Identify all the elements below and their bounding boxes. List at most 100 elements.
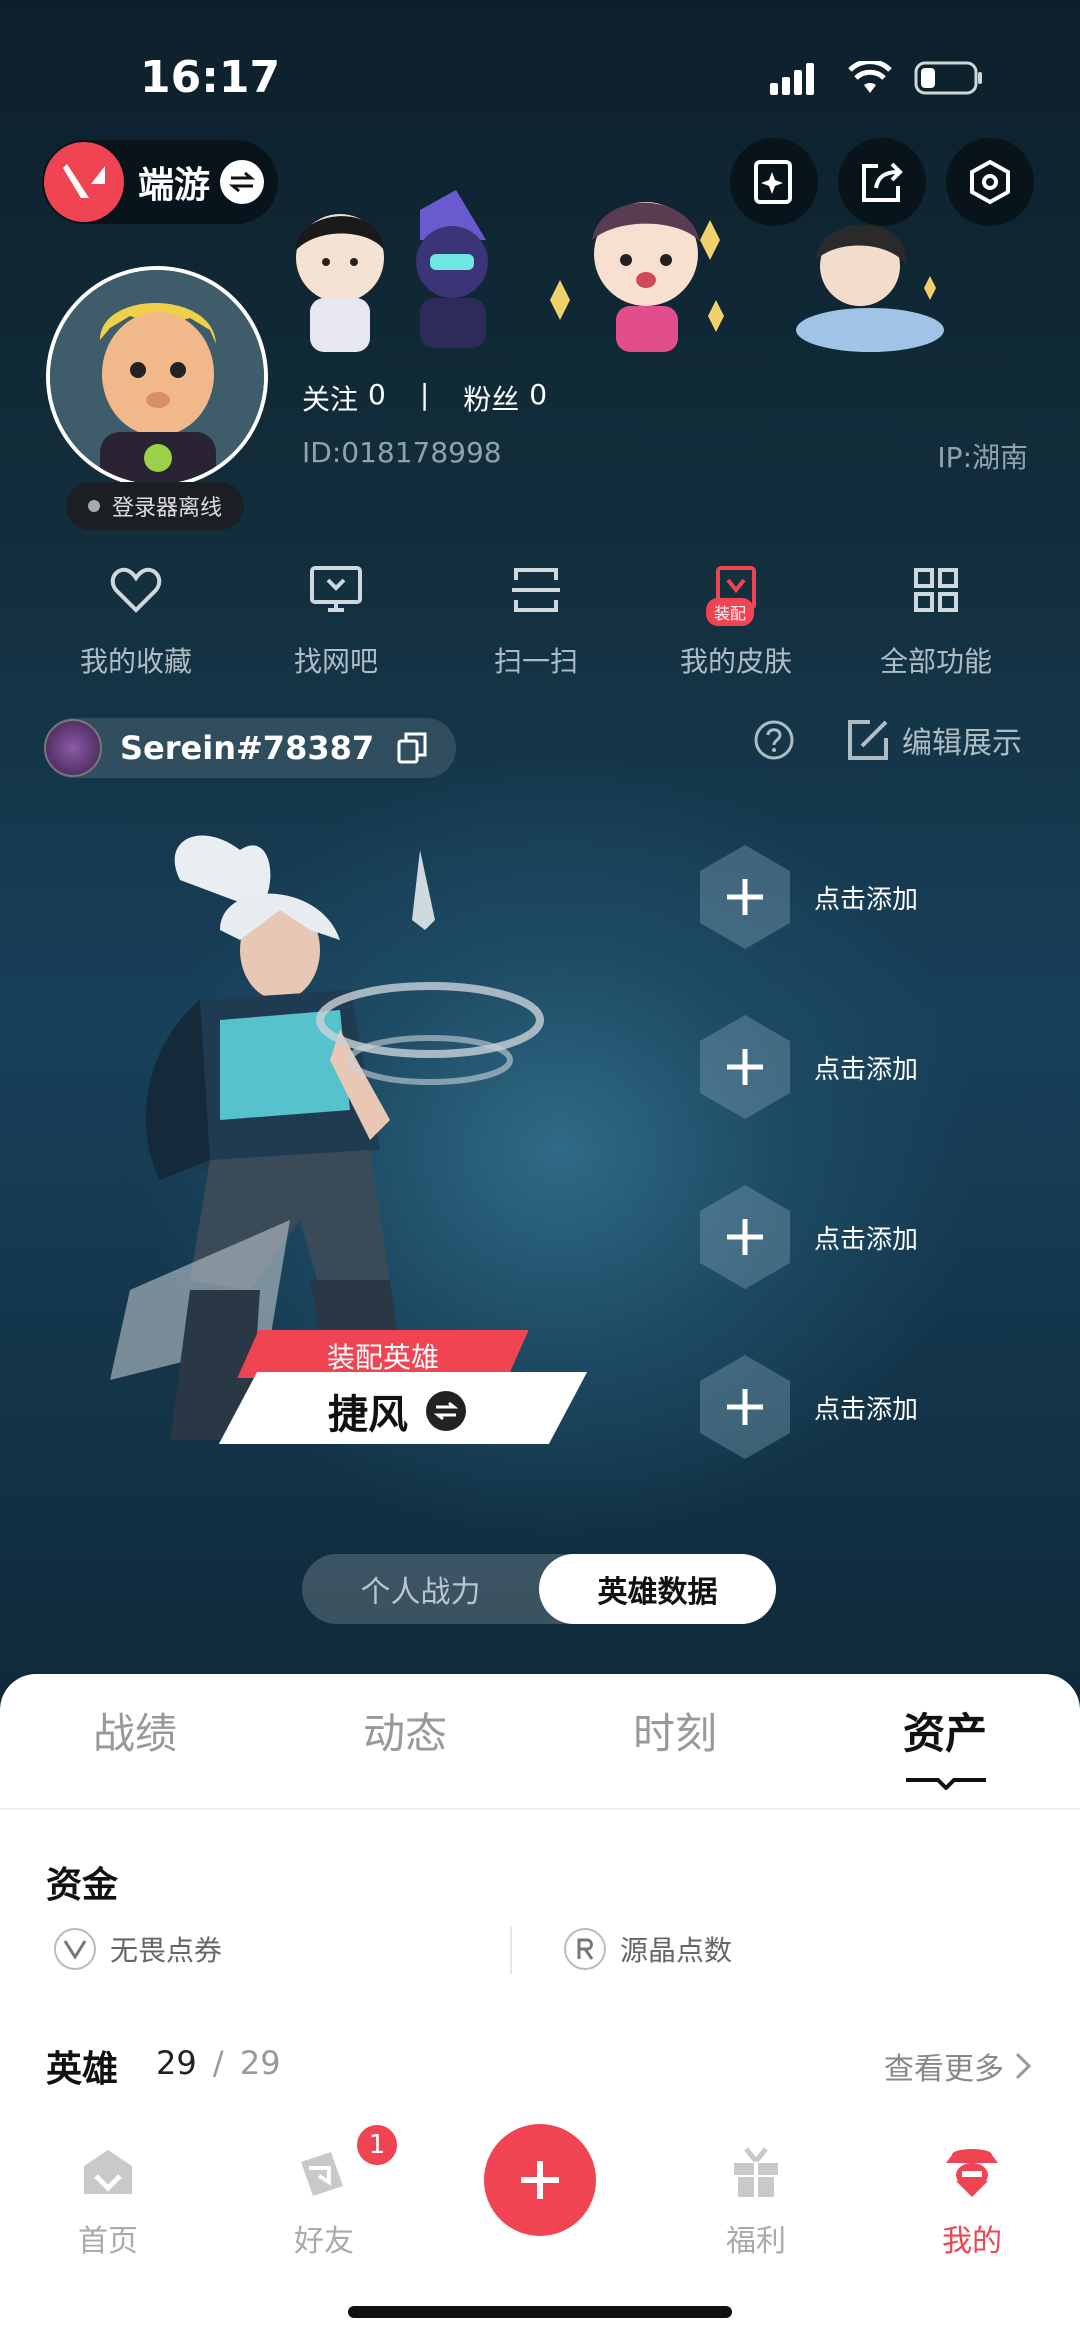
nav-home[interactable]: 首页 [0, 2114, 216, 2284]
follow-count[interactable]: 0 [368, 378, 386, 418]
user-avatar[interactable] [46, 266, 268, 488]
plus-hex-icon [700, 1355, 790, 1459]
hero-name: 捷风 [328, 1392, 408, 1438]
funds-title: 资金 [46, 1865, 119, 1906]
tab-moments[interactable]: 时刻 [540, 1700, 810, 1761]
heroes-total: 29 [239, 2044, 281, 2082]
add-slot[interactable]: 点击添加 [700, 1182, 1000, 1292]
offline-status-text: 登录器离线 [112, 496, 223, 521]
see-more-button[interactable]: 查看更多 [884, 2044, 1032, 2088]
tabs-divider [0, 1808, 1080, 1810]
player-card-avatar [44, 719, 102, 777]
fans-count[interactable]: 0 [529, 378, 547, 418]
fund-radianite[interactable]: 源晶点数 [564, 1928, 732, 1970]
add-slot-label: 点击添加 [814, 1394, 919, 1425]
edit-icon [848, 720, 888, 760]
question-icon [754, 720, 794, 760]
nav-rewards[interactable]: 福利 [648, 2114, 864, 2284]
nav-label: 福利 [726, 2224, 786, 2259]
nav-me[interactable]: 我的 [864, 2114, 1080, 2284]
segment-personal-power[interactable]: 个人战力 [302, 1554, 539, 1624]
battery-icon [914, 61, 982, 95]
home-indicator [348, 2306, 732, 2318]
status-icons [770, 58, 984, 98]
user-id: ID:018178998 [302, 436, 502, 469]
nav-label: 首页 [78, 2224, 138, 2259]
wifi-icon [848, 61, 892, 93]
fund-vp[interactable]: 无畏点券 [54, 1928, 222, 1970]
help-button[interactable] [752, 718, 796, 766]
grid-icon [906, 560, 966, 620]
add-slot[interactable]: 点击添加 [700, 1012, 1000, 1122]
game-name: 端游 [138, 165, 211, 206]
shortcut-label: 全部功能 [879, 645, 992, 678]
radianite-coin-icon [564, 1928, 606, 1970]
profile-icon [942, 2142, 1002, 2202]
scan-icon [506, 560, 566, 620]
launcher-offline-badge: 登录器离线 [66, 482, 245, 530]
vp-coin-icon [54, 1928, 96, 1970]
fans-label[interactable]: 粉丝 [463, 378, 519, 418]
shortcut-all-functions[interactable]: 全部功能 [836, 560, 1036, 680]
nav-friends[interactable]: 好友 1 [216, 2114, 432, 2284]
heart-icon [106, 560, 166, 620]
heroes-count: 29 / 29 [156, 2044, 281, 2082]
plus-hex-icon [700, 1185, 790, 1289]
plus-hex-icon [700, 1015, 790, 1119]
create-post-button[interactable] [484, 2124, 596, 2236]
fund-label: 无畏点券 [110, 1934, 223, 1967]
active-tab-indicator [906, 1778, 986, 1790]
tab-assets[interactable]: 资产 [810, 1700, 1080, 1761]
heroes-count-separator: / [212, 2044, 224, 2082]
riot-id: Serein#78387 [120, 729, 375, 767]
chevron-right-icon [1015, 2052, 1032, 2080]
chibi-stickers-illustration [296, 190, 944, 352]
tab-match-history[interactable]: 战绩 [0, 1700, 270, 1761]
add-slot-label: 点击添加 [814, 1224, 919, 1255]
shortcut-label: 我的收藏 [79, 645, 192, 678]
shortcut-my-skins[interactable]: 装配 我的皮肤 [636, 560, 836, 680]
hero-swap-icon [426, 1391, 466, 1431]
segment-hero-data[interactable]: 英雄数据 [539, 1554, 776, 1624]
game-switch-button[interactable]: 端游 [42, 140, 278, 224]
riot-id-chip[interactable]: Serein#78387 [44, 718, 457, 778]
follow-separator: | [419, 378, 430, 411]
fund-label: 源晶点数 [620, 1934, 733, 1967]
monitor-icon [306, 560, 366, 620]
status-time: 16:17 [140, 52, 281, 103]
tab-activity[interactable]: 动态 [270, 1700, 540, 1761]
shortcut-label: 找网吧 [293, 645, 378, 678]
shortcut-label: 扫一扫 [493, 645, 578, 678]
shortcut-scan[interactable]: 扫一扫 [436, 560, 636, 680]
add-slot[interactable]: 点击添加 [700, 1352, 1000, 1462]
swap-icon [220, 160, 265, 204]
valorant-logo-icon [44, 142, 124, 222]
gift-icon [726, 2142, 786, 2202]
heroes-owned: 29 [156, 2044, 197, 2082]
friends-icon [294, 2142, 354, 2202]
edit-display-button[interactable]: 编辑展示 [846, 718, 1022, 762]
follow-label[interactable]: 关注 [302, 378, 358, 418]
equip-hero-label: 装配英雄 [326, 1341, 439, 1374]
plus-hex-icon [700, 845, 790, 949]
offline-dot-icon [88, 500, 100, 512]
heroes-title: 英雄 [46, 2049, 119, 2090]
plus-icon [521, 2161, 559, 2199]
nav-label: 好友 [294, 2224, 354, 2259]
add-slot[interactable]: 点击添加 [700, 842, 1000, 952]
shortcut-favorites[interactable]: 我的收藏 [36, 560, 236, 680]
funds-divider [510, 1926, 512, 1974]
shortcut-internet-cafe[interactable]: 找网吧 [236, 560, 436, 680]
home-icon [78, 2142, 138, 2202]
shortcut-label: 我的皮肤 [679, 645, 792, 678]
copy-icon[interactable] [396, 731, 428, 765]
ip-location: IP:湖南 [937, 441, 1028, 474]
skin-icon: 装配 [706, 560, 766, 626]
add-slot-label: 点击添加 [814, 884, 919, 915]
skin-equip-badge: 装配 [706, 598, 755, 626]
profile-tabs: 战绩 动态 时刻 资产 [0, 1700, 1080, 1761]
nav-label: 我的 [942, 2224, 1002, 2259]
friends-notification-badge: 1 [354, 2122, 400, 2168]
follow-stats: 关注 0 | 粉丝 0 [302, 378, 547, 418]
equipped-hero[interactable]: 捷风 [328, 1382, 466, 1440]
